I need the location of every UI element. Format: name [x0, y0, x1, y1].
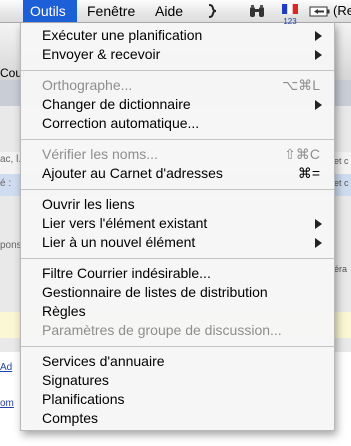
menu-item-label: Orthographe...: [42, 77, 133, 93]
menu-item-label: Paramètres de groupe de discussion...: [42, 322, 282, 338]
menubar-clock-fragment: (Re: [333, 3, 351, 18]
menu-item-label: Envoyer & recevoir: [42, 46, 161, 62]
menu-item-services-annuaire[interactable]: Services d'annuaire: [21, 352, 334, 371]
menu-bar: Outils Fenêtre Aide 123 (Re: [0, 0, 351, 26]
menu-item-label: Gestionnaire de listes de distribution: [42, 284, 268, 300]
menu-separator: [21, 139, 334, 140]
input-menu-badge: 123: [283, 17, 297, 26]
background-fragment-link: om: [0, 398, 14, 409]
submenu-arrow-icon: [315, 100, 322, 110]
background-fragment-link: Ad: [0, 362, 13, 373]
menu-item-orthographe: Orthographe... ⌥⌘L: [21, 76, 334, 95]
menu-item-comptes[interactable]: Comptes: [21, 409, 334, 428]
menu-fenetre[interactable]: Fenêtre: [80, 0, 142, 22]
menu-aide[interactable]: Aide: [148, 0, 190, 22]
menu-item-label: Correction automatique...: [42, 115, 200, 131]
menu-item-shortcut: ⇧⌘C: [284, 146, 320, 162]
menu-separator: [21, 258, 334, 259]
menu-item-signatures[interactable]: Signatures: [21, 371, 334, 390]
submenu-arrow-icon: [315, 50, 322, 60]
menu-item-ajouter-carnet[interactable]: Ajouter au Carnet d'adresses ⌘=: [21, 164, 334, 183]
menu-item-label: Comptes: [42, 410, 99, 426]
menu-item-regles[interactable]: Règles: [21, 302, 334, 321]
menu-item-envoyer-recevoir[interactable]: Envoyer & recevoir: [21, 45, 334, 64]
submenu-arrow-icon: [315, 31, 322, 41]
menu-item-shortcut: ⌥⌘L: [282, 77, 320, 93]
background-fragment-text: et c: [334, 156, 349, 166]
menu-item-label: Lier vers l'élément existant: [42, 215, 208, 231]
binoculars-icon[interactable]: [248, 3, 266, 19]
menu-separator: [21, 70, 334, 71]
menu-item-correction-automatique[interactable]: Correction automatique...: [21, 114, 334, 133]
menu-item-changer-dictionnaire[interactable]: Changer de dictionnaire: [21, 95, 334, 114]
menu-item-gestionnaire-listes[interactable]: Gestionnaire de listes de distribution: [21, 283, 334, 302]
menu-item-label: Ajouter au Carnet d'adresses: [42, 165, 223, 181]
menu-item-executer-planification[interactable]: Exécuter une planification: [21, 26, 334, 45]
submenu-arrow-icon: [315, 219, 322, 229]
menu-item-label: Ouvrir les liens: [42, 196, 135, 212]
background-fragment-text: ac, l.: [0, 154, 22, 165]
menu-item-label: Changer de dictionnaire: [42, 96, 191, 112]
menu-item-shortcut: ⌘=: [297, 165, 320, 181]
input-menu-flag-icon[interactable]: 123: [282, 2, 298, 26]
menu-item-parametres-groupe-discussion: Paramètres de groupe de discussion...: [21, 321, 334, 340]
menu-item-label: Signatures: [42, 372, 109, 388]
menu-item-label: Filtre Courrier indésirable...: [42, 265, 211, 281]
menu-item-label: Règles: [42, 303, 86, 319]
apple-menu-sliver[interactable]: [0, 0, 20, 22]
menu-item-lier-nouvel-element[interactable]: Lier à un nouvel élément: [21, 233, 334, 252]
menu-item-lier-element-existant[interactable]: Lier vers l'élément existant: [21, 214, 334, 233]
menu-separator: [21, 346, 334, 347]
menu-item-planifications[interactable]: Planifications: [21, 390, 334, 409]
menu-item-filtre-courrier-indesirable[interactable]: Filtre Courrier indésirable...: [21, 264, 334, 283]
outils-menu: Exécuter une planification Envoyer & rec…: [20, 22, 335, 431]
menu-outils[interactable]: Outils: [23, 0, 77, 22]
menu-item-label: Planifications: [42, 391, 125, 407]
background-fragment-text: pons: [0, 240, 22, 251]
menu-separator: [21, 189, 334, 190]
background-fragment-text: é :: [0, 178, 12, 189]
script-icon[interactable]: [205, 3, 221, 19]
battery-icon[interactable]: [309, 3, 331, 19]
menu-item-verifier-noms: Vérifier les noms... ⇧⌘C: [21, 145, 334, 164]
menu-item-label: Exécuter une planification: [42, 27, 203, 43]
background-fragment-text: et c: [334, 178, 349, 188]
menu-item-label: Lier à un nouvel élément: [42, 234, 196, 250]
background-fragment-text: éra: [334, 264, 348, 274]
menu-item-label: Vérifier les noms...: [42, 146, 158, 162]
submenu-arrow-icon: [315, 238, 322, 248]
menu-item-label: Services d'annuaire: [42, 353, 165, 369]
menu-item-ouvrir-liens[interactable]: Ouvrir les liens: [21, 195, 334, 214]
